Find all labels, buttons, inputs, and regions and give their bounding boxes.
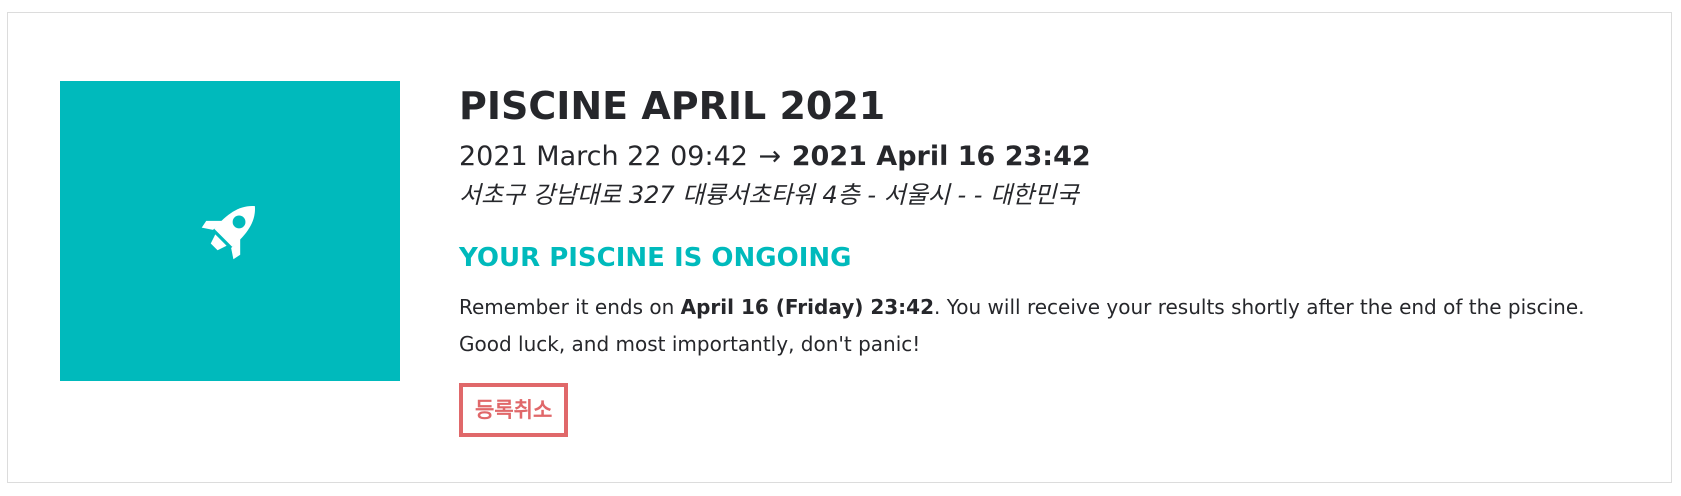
- rocket-icon: [201, 206, 255, 260]
- piscine-status: YOUR PISCINE IS ONGOING: [459, 243, 852, 273]
- message-prefix: Remember it ends on: [459, 295, 681, 319]
- arrow-right-icon: →: [758, 141, 782, 172]
- piscine-details: PISCINE APRIL 2021 2021 March 22 09:42 →…: [459, 81, 1639, 437]
- piscine-title: PISCINE APRIL 2021: [459, 84, 886, 128]
- message-end-date: April 16 (Friday) 23:42: [680, 295, 935, 319]
- piscine-dates: 2021 March 22 09:42 → 2021 April 16 23:4…: [459, 139, 1639, 175]
- piscine-card: PISCINE APRIL 2021 2021 March 22 09:42 →…: [7, 12, 1672, 483]
- piscine-address: 서초구 강남대로 327 대륭서초타워 4층 - 서울시 - - 대한민국: [459, 181, 1079, 209]
- piscine-thumbnail: [60, 81, 400, 381]
- piscine-message: Remember it ends on April 16 (Friday) 23…: [459, 289, 1639, 363]
- start-date: 2021 March 22 09:42: [459, 141, 748, 172]
- cancel-registration-button[interactable]: 등록취소: [459, 383, 569, 437]
- end-date: 2021 April 16 23:42: [791, 141, 1091, 172]
